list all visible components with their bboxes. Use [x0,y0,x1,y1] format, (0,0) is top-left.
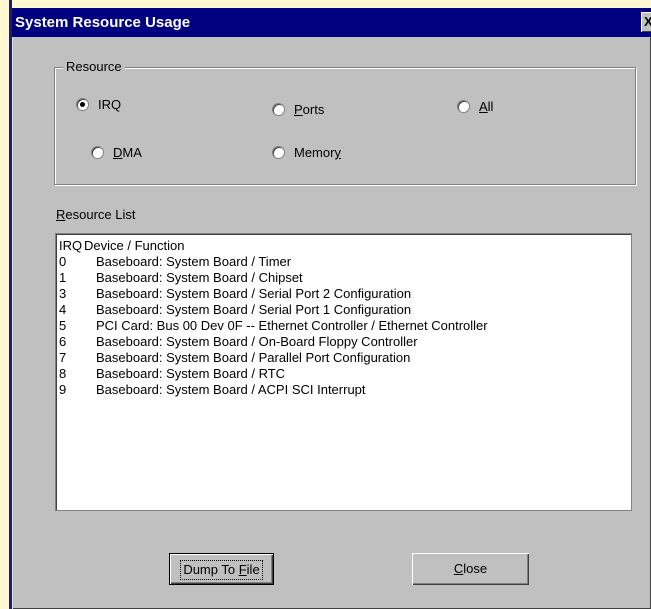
resource-groupbox: Resource IRQ Ports All DMA Memory [54,59,636,185]
row-irq: 6 [59,334,67,349]
radio-all-label: All [479,99,494,114]
row-irq: 9 [59,382,67,397]
title-bar[interactable]: System Resource Usage X [12,8,651,37]
row-irq: 0 [59,254,67,269]
dump-to-file-button[interactable]: Dump To File [169,553,274,585]
row-device: Baseboard: System Board / Parallel Port … [96,350,411,365]
close-button[interactable]: Close [412,553,529,585]
resource-list-label: Resource List [56,207,136,222]
radio-all-indicator[interactable] [457,100,470,113]
resource-listbox[interactable]: IRQ Device / Function 0 Baseboard: Syste… [55,233,632,511]
header-device: Device / Function [84,238,185,253]
radio-ports[interactable]: Ports [272,102,324,117]
radio-irq-label: IRQ [98,97,122,112]
row-device: Baseboard: System Board / On-Board Flopp… [96,334,418,349]
radio-dma-label: DMA [113,145,142,160]
row-device: Baseboard: System Board / Timer [96,254,292,269]
radio-irq-indicator[interactable] [76,98,89,111]
list-item[interactable]: 7 Baseboard: System Board / Parallel Por… [56,350,631,366]
row-irq: 5 [59,318,67,333]
row-device: PCI Card: Bus 00 Dev 0F -- Ethernet Cont… [96,318,488,333]
radio-memory-label: Memory [294,145,341,160]
radio-ports-label: Ports [294,102,325,117]
radio-dma-indicator[interactable] [91,146,104,159]
radio-dma[interactable]: DMA [91,145,142,160]
list-item[interactable]: 8 Baseboard: System Board / RTC [56,366,631,382]
row-device: Baseboard: System Board / Chipset [96,270,303,285]
close-button-label: Close [453,561,488,576]
list-item[interactable]: 9 Baseboard: System Board / ACPI SCI Int… [56,382,631,398]
system-resource-usage-dialog: System Resource Usage X Resource IRQ Por… [12,8,651,609]
close-icon[interactable]: X [641,12,651,32]
row-irq: 3 [59,286,67,301]
radio-ports-indicator[interactable] [272,103,285,116]
resource-group-legend: Resource [63,59,125,75]
header-irq: IRQ [59,238,83,253]
list-item[interactable]: 3 Baseboard: System Board / Serial Port … [56,286,631,302]
row-device: Baseboard: System Board / Serial Port 2 … [96,286,412,301]
radio-irq[interactable]: IRQ [76,97,121,112]
background-strip [0,0,9,609]
radio-memory-indicator[interactable] [272,146,285,159]
row-device: Baseboard: System Board / RTC [96,366,286,381]
list-header: IRQ Device / Function [56,238,631,254]
window-title: System Resource Usage [15,14,191,31]
dump-to-file-label: Dump To File [180,560,263,580]
row-device: Baseboard: System Board / ACPI SCI Inter… [96,382,366,397]
row-irq: 7 [59,350,67,365]
row-device: Baseboard: System Board / Serial Port 1 … [96,302,412,317]
list-item[interactable]: 1 Baseboard: System Board / Chipset [56,270,631,286]
list-item[interactable]: 6 Baseboard: System Board / On-Board Flo… [56,334,631,350]
radio-all[interactable]: All [457,99,493,114]
list-item[interactable]: 5 PCI Card: Bus 00 Dev 0F -- Ethernet Co… [56,318,631,334]
row-irq: 8 [59,366,67,381]
row-irq: 1 [59,270,67,285]
list-item[interactable]: 0 Baseboard: System Board / Timer [56,254,631,270]
radio-memory[interactable]: Memory [272,145,341,160]
list-item[interactable]: 4 Baseboard: System Board / Serial Port … [56,302,631,318]
row-irq: 4 [59,302,67,317]
